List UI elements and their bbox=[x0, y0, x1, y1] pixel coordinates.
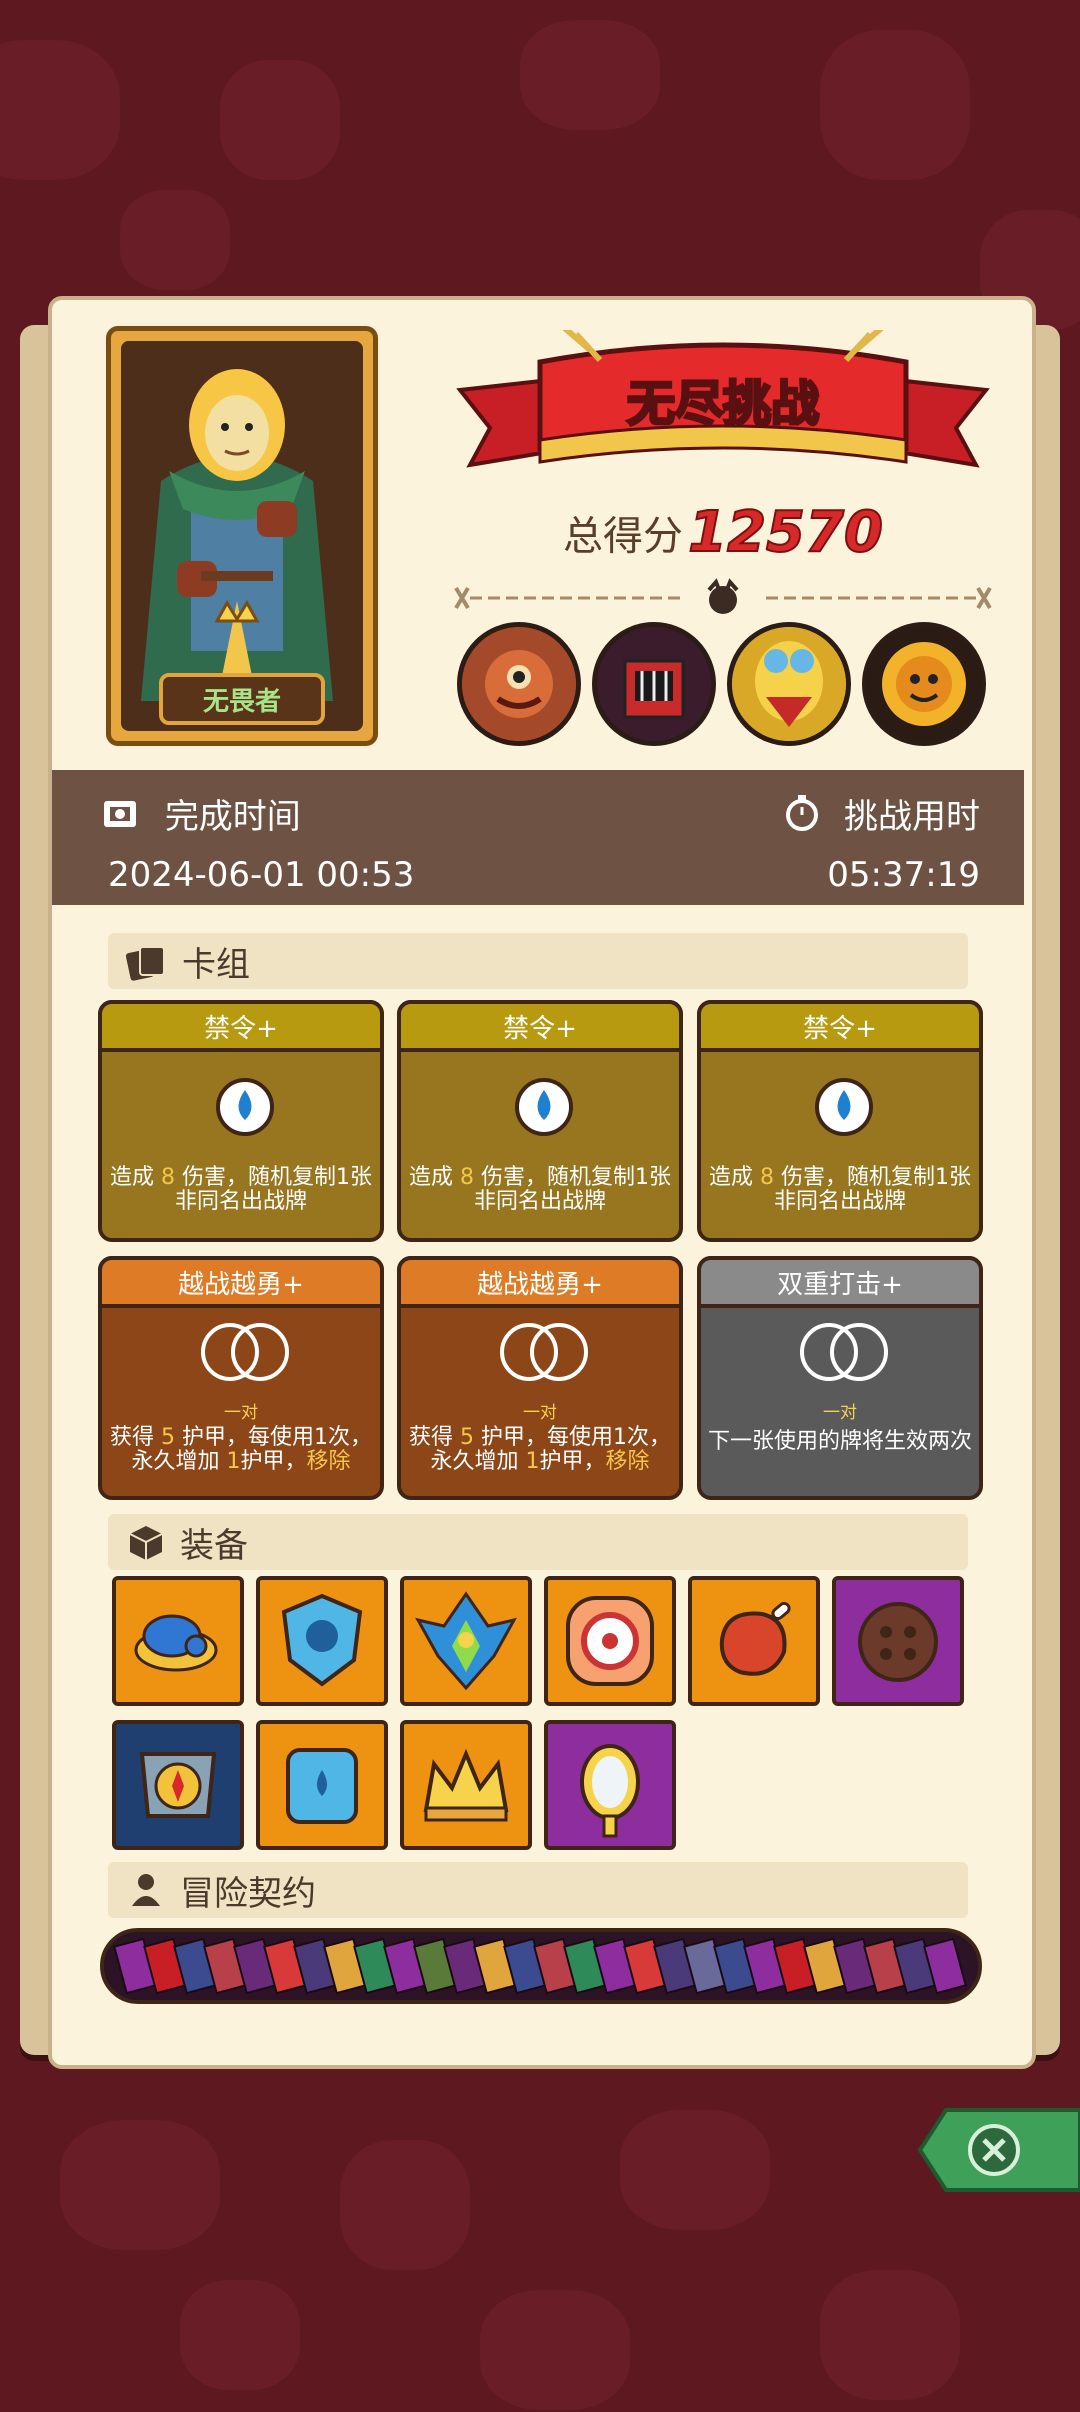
boss-divider bbox=[454, 578, 992, 614]
card-name: 禁令+ bbox=[98, 1000, 384, 1052]
person-icon bbox=[132, 1874, 160, 1906]
deck-section-header: 卡组 bbox=[108, 933, 968, 989]
endless-challenge-banner: 无尽挑战 bbox=[456, 330, 990, 468]
hero-name: 无畏者 bbox=[159, 673, 325, 725]
ice-shield-icon[interactable] bbox=[256, 1576, 388, 1706]
water-drop-icon bbox=[815, 1078, 873, 1136]
total-score: 总得分 12570 bbox=[450, 499, 996, 566]
gear-coin-icon[interactable] bbox=[544, 1576, 676, 1706]
banner-title: 无尽挑战 bbox=[627, 376, 819, 432]
button-icon[interactable] bbox=[832, 1576, 964, 1706]
time-info-bar: 完成时间 挑战用时 2024-06-01 00:53 05:37:19 bbox=[52, 770, 1024, 905]
duration-label: 挑战用时 bbox=[844, 796, 980, 837]
boss-icon-3 bbox=[727, 622, 851, 746]
blue-slime-icon[interactable] bbox=[112, 1576, 244, 1706]
stopwatch-icon bbox=[786, 795, 819, 831]
card-desc: 造成 8 伤害，随机复制1张非同名出战牌 bbox=[110, 1165, 372, 1214]
deck-card[interactable]: 越战越勇+ 一对 获得 5 护甲，每使用1次，永久增加 1护甲，移除 bbox=[98, 1256, 384, 1500]
double-ring-icon bbox=[500, 1323, 588, 1381]
deck-card[interactable]: 双重打击+ 一对 下一张使用的牌将生效两次 bbox=[697, 1256, 983, 1500]
card-name: 越战越勇+ bbox=[98, 1256, 384, 1308]
score-value: 12570 bbox=[687, 499, 884, 566]
boss-icon-2 bbox=[592, 622, 716, 746]
hero-illustration bbox=[121, 341, 353, 701]
equipment-title: 装备 bbox=[180, 1525, 248, 1566]
deck-card[interactable]: 禁令+ 造成 8 伤害，随机复制1张非同名出战牌 bbox=[98, 1000, 384, 1242]
hero-portrait-card: 无畏者 bbox=[106, 326, 378, 746]
water-drop-icon bbox=[515, 1078, 573, 1136]
compass-armor-icon[interactable] bbox=[112, 1720, 244, 1850]
card-tag: 一对 bbox=[823, 1403, 857, 1423]
water-drop-icon bbox=[216, 1078, 274, 1136]
card-tag: 一对 bbox=[224, 1403, 258, 1423]
double-ring-icon bbox=[201, 1323, 289, 1381]
magic-mirror-icon[interactable] bbox=[544, 1720, 676, 1850]
cards-icon bbox=[125, 946, 165, 981]
box-icon bbox=[129, 1526, 163, 1560]
duration-value: 05:37:19 bbox=[827, 855, 980, 895]
card-name: 越战越勇+ bbox=[397, 1256, 683, 1308]
close-button[interactable] bbox=[916, 2106, 1080, 2194]
ham-meat-icon[interactable] bbox=[688, 1576, 820, 1706]
deck-card[interactable]: 禁令+ 造成 8 伤害，随机复制1张非同名出战牌 bbox=[397, 1000, 683, 1242]
boss-icon-1 bbox=[457, 622, 581, 746]
card-name: 双重打击+ bbox=[697, 1256, 983, 1308]
flame-crystal-icon[interactable] bbox=[400, 1576, 532, 1706]
card-name: 禁令+ bbox=[397, 1000, 683, 1052]
card-desc: 造成 8 伤害，随机复制1张非同名出战牌 bbox=[409, 1165, 671, 1214]
complete-time-label: 完成时间 bbox=[164, 796, 301, 837]
complete-time-value: 2024-06-01 00:53 bbox=[108, 855, 415, 895]
contract-icons bbox=[104, 1932, 978, 2000]
card-desc: 获得 5 护甲，每使用1次，永久增加 1护甲，移除 bbox=[110, 1425, 372, 1474]
card-name: 禁令+ bbox=[697, 1000, 983, 1052]
card-desc: 造成 8 伤害，随机复制1张非同名出战牌 bbox=[709, 1165, 971, 1214]
deck-title: 卡组 bbox=[182, 944, 250, 985]
card-desc: 获得 5 护甲，每使用1次，永久增加 1护甲，移除 bbox=[409, 1425, 671, 1474]
deck-card[interactable]: 越战越勇+ 一对 获得 5 护甲，每使用1次，永久增加 1护甲，移除 bbox=[397, 1256, 683, 1500]
equipment-section-header: 装备 bbox=[108, 1514, 968, 1570]
crown-icon[interactable] bbox=[400, 1720, 532, 1850]
double-ring-icon bbox=[800, 1323, 888, 1381]
card-tag: 一对 bbox=[523, 1403, 557, 1423]
contract-strip[interactable] bbox=[100, 1928, 982, 2004]
score-label: 总得分 bbox=[563, 513, 684, 560]
card-desc: 下一张使用的牌将生效两次 bbox=[707, 1429, 972, 1454]
contract-title: 冒险契约 bbox=[180, 1873, 316, 1914]
contract-section-header: 冒险契约 bbox=[108, 1862, 968, 1918]
deck-card[interactable]: 禁令+ 造成 8 伤害，随机复制1张非同名出战牌 bbox=[697, 1000, 983, 1242]
boss-icon-4 bbox=[862, 622, 986, 746]
calendar-icon bbox=[104, 801, 136, 827]
water-cube-icon[interactable] bbox=[256, 1720, 388, 1850]
